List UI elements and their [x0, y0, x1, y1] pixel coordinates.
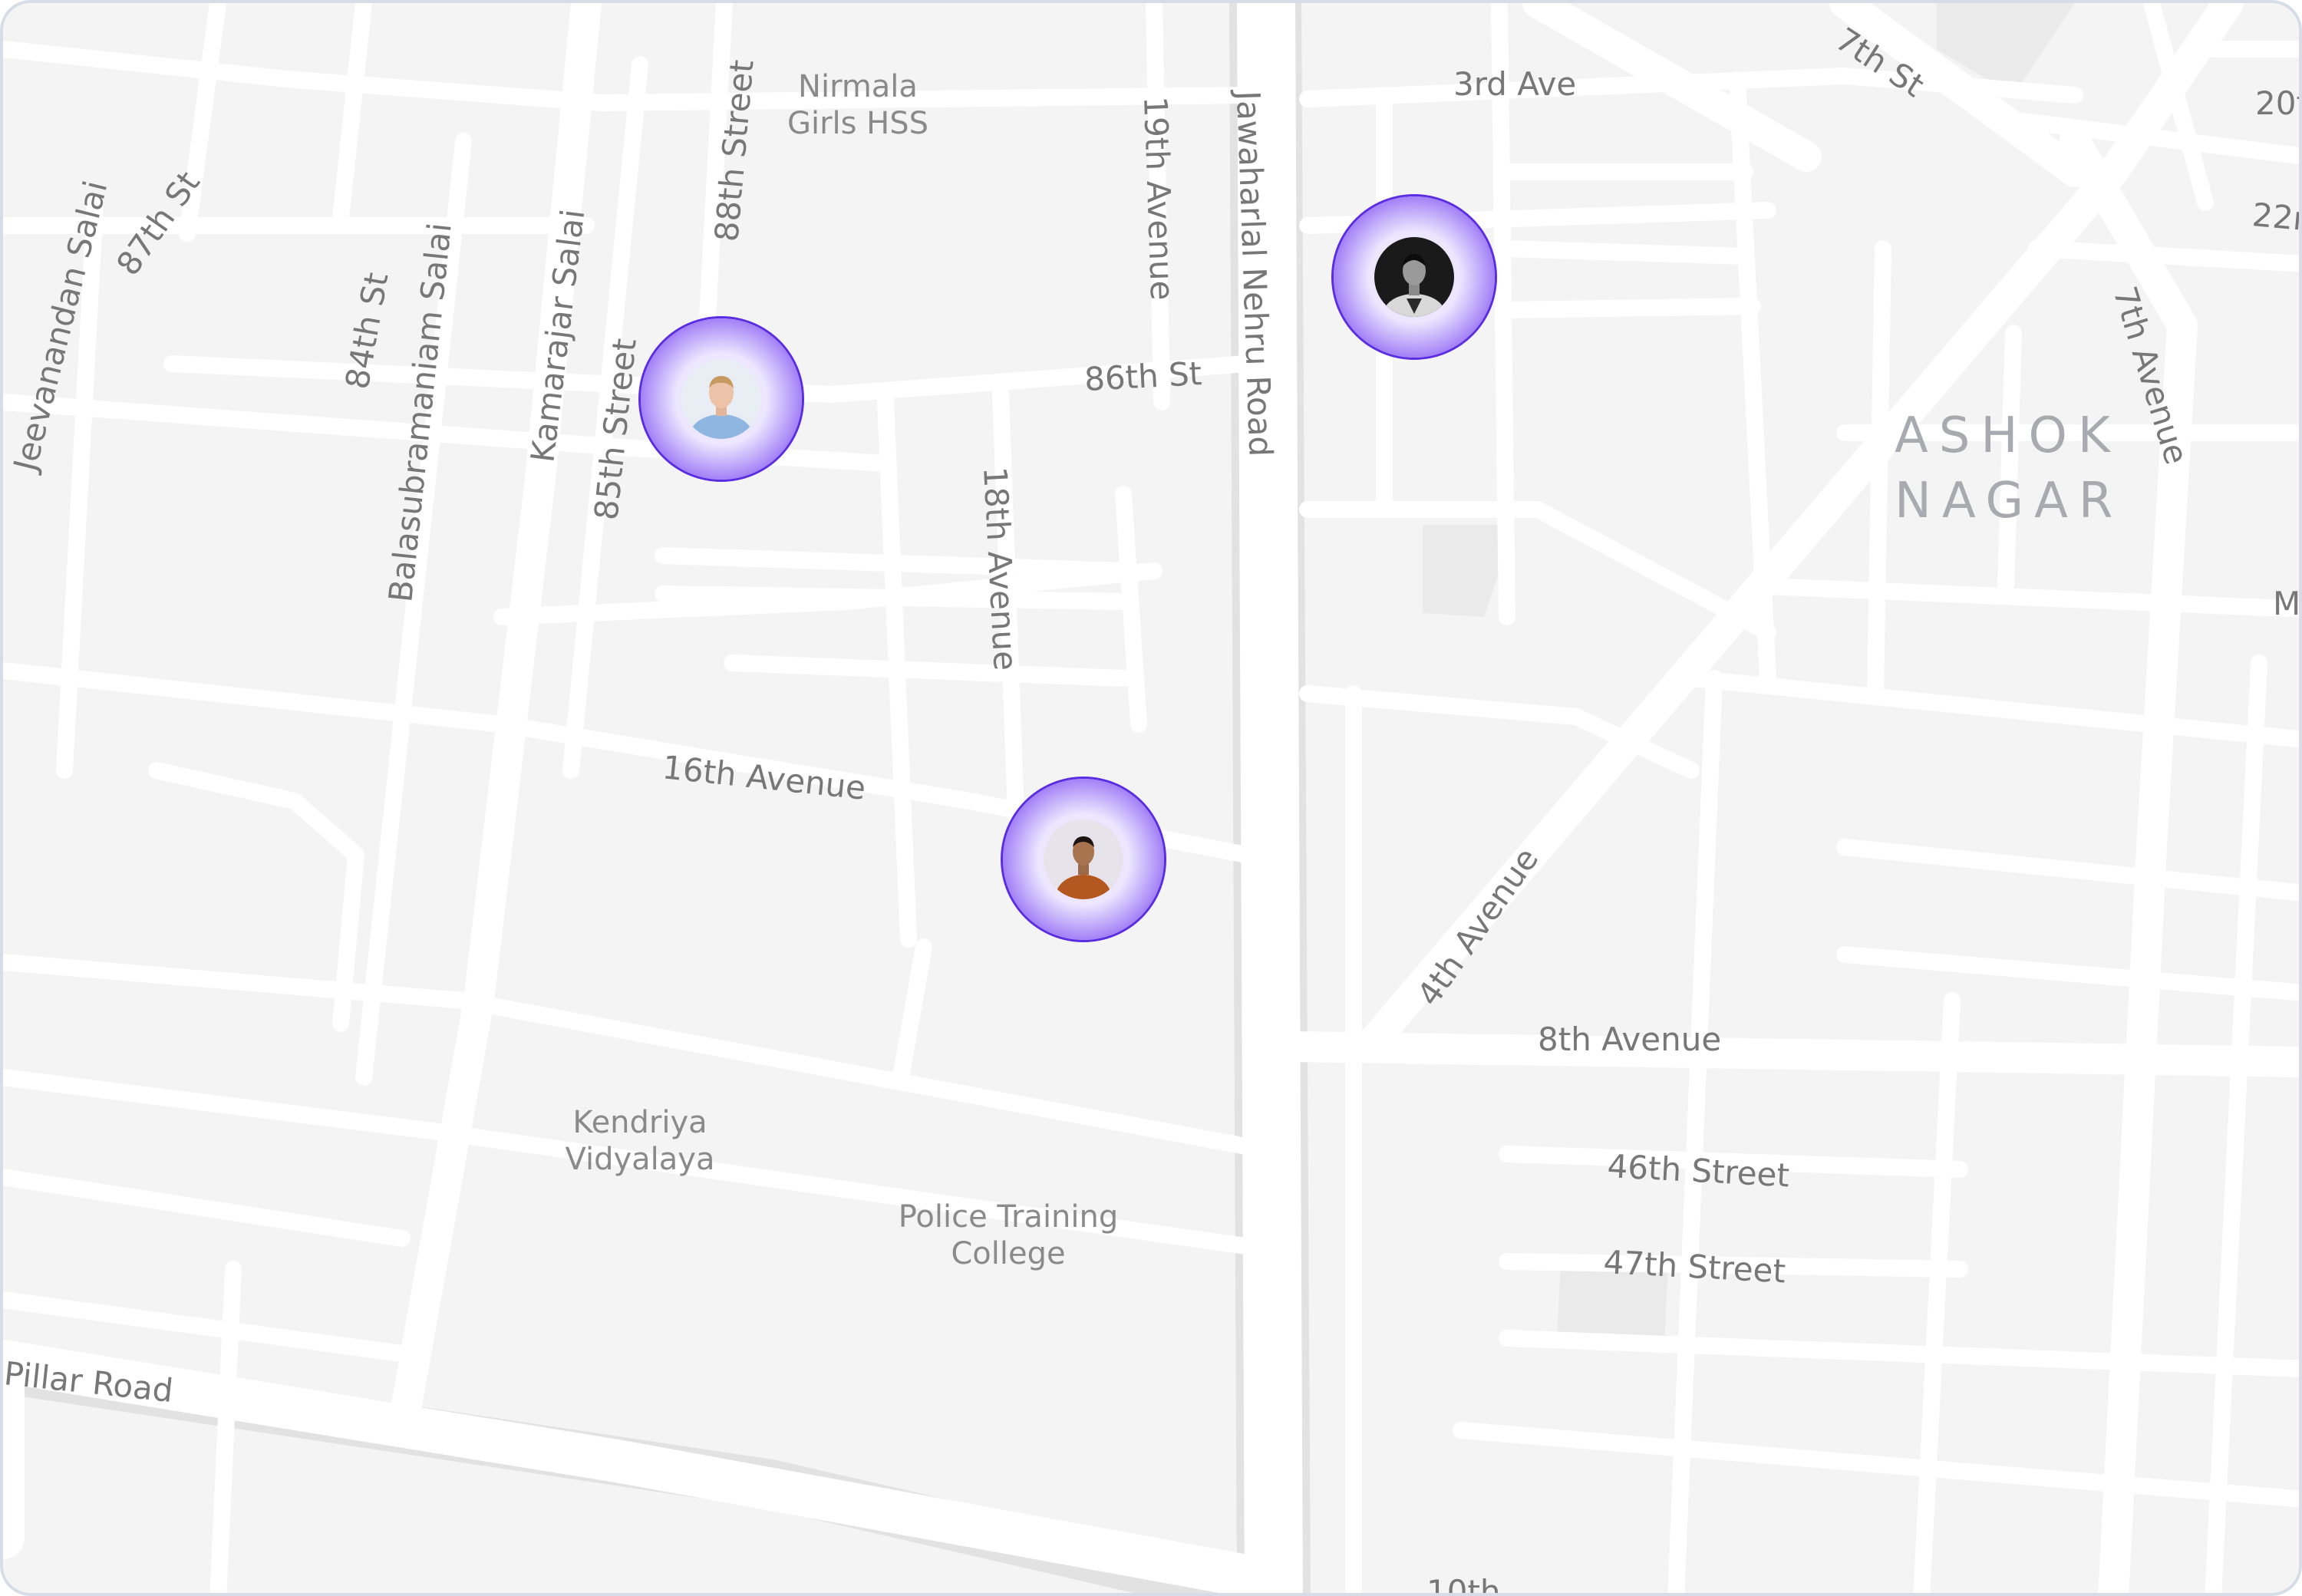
street-label: 8th Avenue [1538, 1021, 1721, 1058]
street-label: 3rd Ave [1453, 65, 1576, 103]
man-black-and-white-portrait-avatar-icon [1374, 237, 1454, 317]
poi-label-kendriya: Vidyalaya [566, 1142, 715, 1177]
area-label-ashok-nagar: ASHOK [1895, 407, 2121, 464]
street-label: 20t [2255, 84, 2302, 122]
poi-label-nirmala: Nirmala [798, 69, 918, 104]
street-label: 10th [1426, 1573, 1501, 1596]
poi-label-nirmala: Girls HSS [787, 106, 928, 141]
person-avatar [681, 359, 761, 439]
man-orange-jacket-avatar-icon [1044, 819, 1123, 899]
map-frame[interactable]: 3rd Ave 7th St 20t 22n 7th Avenue 86th S… [0, 0, 2302, 1596]
street-label: 22n [2251, 196, 2302, 239]
poi-label-police: Police Training [899, 1199, 1119, 1235]
street-label: 86th St [1083, 354, 1202, 398]
poi-label-kendriya: Kendriya [572, 1105, 707, 1140]
area-label-ashok-nagar: NAGAR [1895, 473, 2123, 529]
poi-label-police: College [951, 1236, 1065, 1271]
man-light-blue-shirt-avatar-icon [681, 359, 761, 439]
person-avatar [1374, 237, 1454, 317]
street-map[interactable]: 3rd Ave 7th St 20t 22n 7th Avenue 86th S… [3, 3, 2302, 1596]
street-label: 19th Avenue [1136, 96, 1181, 301]
person-marker[interactable] [641, 318, 802, 480]
person-avatar [1044, 819, 1123, 899]
street-label: M [2273, 585, 2300, 622]
person-marker[interactable] [1003, 779, 1164, 940]
person-marker[interactable] [1334, 196, 1495, 358]
